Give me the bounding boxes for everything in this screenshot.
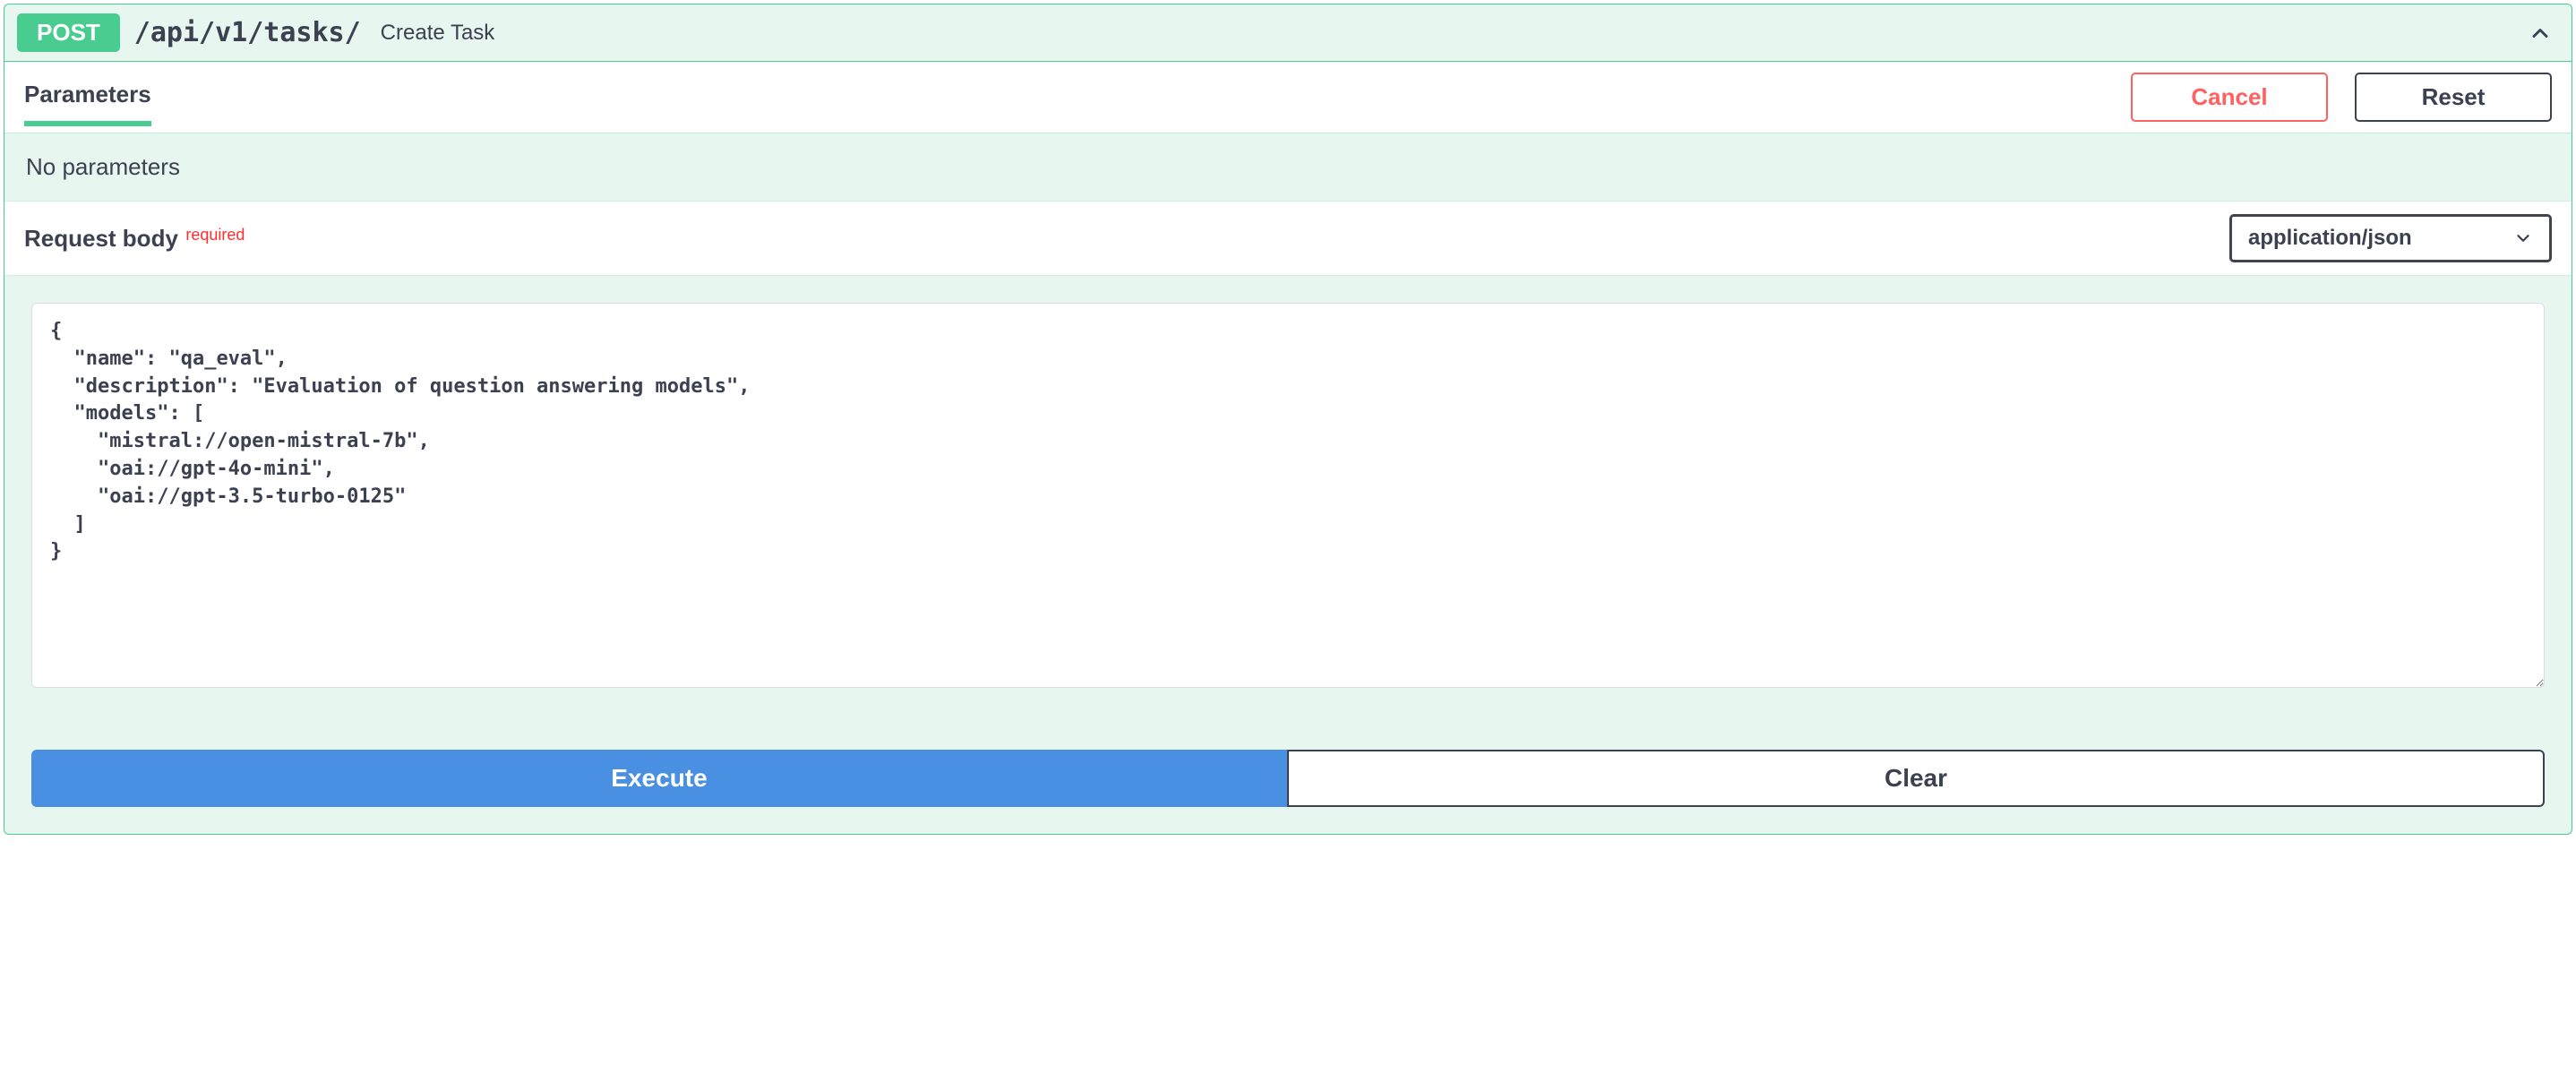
try-it-actions: Cancel Reset [2131, 73, 2552, 133]
chevron-down-icon [2513, 228, 2533, 248]
endpoint-summary: Create Task [381, 21, 2527, 46]
request-body-label: Request body [24, 225, 178, 252]
collapse-toggle-icon[interactable] [2527, 20, 2554, 47]
content-type-select[interactable]: application/json [2229, 214, 2552, 262]
cancel-button[interactable]: Cancel [2131, 73, 2328, 122]
no-parameters-text: No parameters [4, 133, 2572, 201]
endpoint-panel: POST /api/v1/tasks/ Create Task Paramete… [4, 4, 2572, 835]
content-type-value: application/json [2248, 226, 2412, 251]
required-badge: required [185, 226, 245, 244]
parameters-tab[interactable]: Parameters [24, 81, 151, 126]
http-method-badge: POST [17, 13, 120, 52]
execute-row: Execute Clear [4, 696, 2572, 834]
request-body-textarea[interactable] [31, 303, 2545, 688]
clear-button[interactable]: Clear [1287, 750, 2545, 807]
request-body-header: Request body required application/json [4, 201, 2572, 276]
endpoint-path: /api/v1/tasks/ [134, 17, 361, 48]
parameters-tab-bar: Parameters Cancel Reset [4, 61, 2572, 133]
reset-button[interactable]: Reset [2355, 73, 2552, 122]
body-editor-wrapper [4, 276, 2572, 696]
endpoint-header[interactable]: POST /api/v1/tasks/ Create Task [4, 4, 2572, 61]
execute-button[interactable]: Execute [31, 750, 1287, 807]
